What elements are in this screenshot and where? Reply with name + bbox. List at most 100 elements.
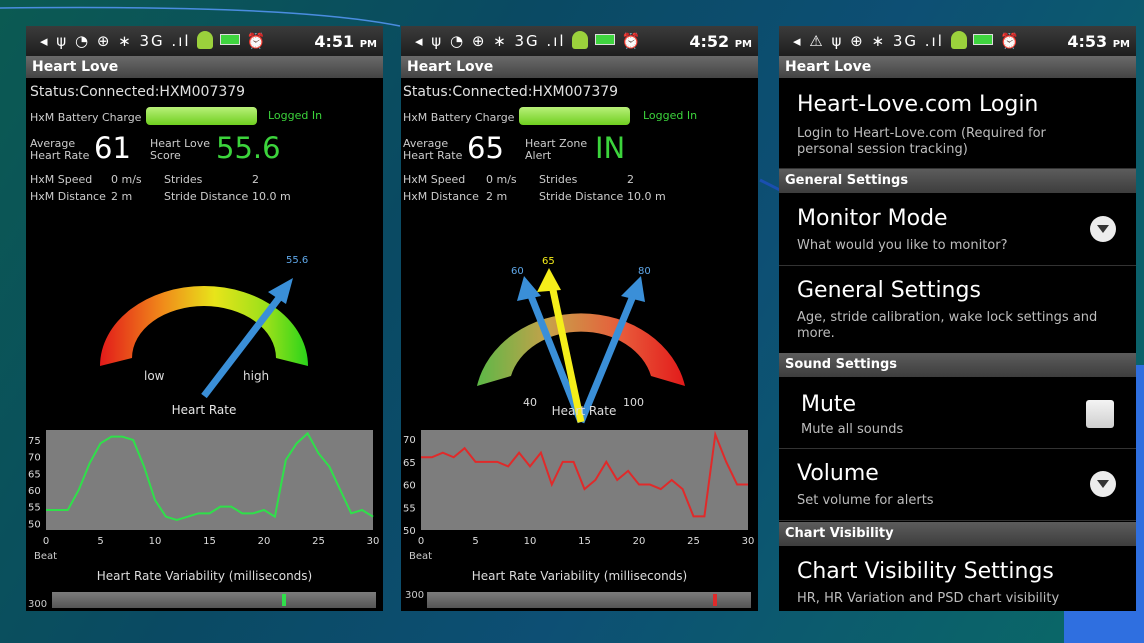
y-tick-label: 55 (403, 503, 416, 514)
speed-value: 0 m/s (486, 173, 517, 186)
battery-icon (595, 34, 616, 45)
needle-label-65: 65 (542, 256, 555, 267)
chevron-down-icon[interactable] (1090, 216, 1116, 242)
needle-60-arrowhead (517, 276, 541, 301)
battery-bar (519, 107, 630, 125)
score-value: 55.6 (216, 131, 281, 165)
y-tick-label: 65 (403, 458, 416, 469)
mute-preference[interactable]: Mute Mute all sounds (779, 378, 1136, 449)
x-tick-label: 25 (687, 536, 700, 547)
login-status: Logged In (268, 109, 323, 122)
mute-checkbox[interactable] (1086, 400, 1114, 428)
gauge-caption: Heart Rate (551, 404, 617, 418)
y-tick-label: 70 (28, 453, 41, 464)
general-settings-title: General Settings (797, 278, 981, 303)
phone-screen-settings: ◂ ⚠ ψ ⊕ ∗ 3G .ıl ⏰ 4:53 PM Heart Love He… (779, 26, 1136, 611)
alarm-icon: ⏰ (246, 32, 268, 50)
android-icon (950, 31, 967, 49)
app-title: Heart Love (401, 56, 758, 78)
avg-hr-label: Average Heart Rate (403, 137, 463, 162)
clock: 4:51 PM (314, 32, 377, 51)
battery-label: HxM Battery Charge (30, 111, 142, 124)
scrollbar-thumb[interactable] (713, 594, 717, 606)
distance-value: 2 m (486, 190, 508, 203)
needle-80-arrowhead (621, 276, 645, 302)
x-tick-label: 5 (97, 536, 103, 547)
score-label: Heart Love Score (150, 137, 211, 162)
x-tick-label: 10 (149, 536, 162, 547)
strides-value: 2 (252, 173, 259, 186)
distance-label: HxM Distance (30, 190, 106, 203)
status-bar: ◂ ⚠ ψ ⊕ ∗ 3G .ıl ⏰ 4:53 PM (779, 26, 1136, 56)
gauge-caption: Heart Rate (172, 403, 237, 417)
login-preference[interactable]: Heart-Love.com Login Login to Heart-Love… (779, 78, 1136, 169)
status-icons: ◂ ψ ◔ ⊕ ∗ 3G .ıl ⏰ (40, 31, 268, 50)
x-tick-label: 0 (43, 536, 49, 547)
login-summary: Login to Heart-Love.com (Required for per… (797, 126, 1046, 157)
volume-summary: Set volume for alerts (797, 493, 934, 508)
y-tick-label: 60 (28, 486, 41, 497)
general-settings-preference[interactable]: General Settings Age, stride calibration… (779, 266, 1136, 354)
strides-label: Strides (539, 173, 578, 186)
category-sound-settings: Sound Settings (779, 353, 1136, 377)
status-bar: ◂ ψ ◔ ⊕ ∗ 3G .ıl ⏰ 4:52 PM (401, 26, 758, 56)
scroll-label: 300 (405, 590, 425, 601)
strides-label: Strides (164, 173, 203, 186)
chart-visibility-preference[interactable]: Chart Visibility Settings HR, HR Variati… (779, 547, 1136, 611)
x-tick-label: 30 (367, 536, 380, 547)
android-icon (572, 31, 589, 49)
y-tick-label: 65 (28, 469, 41, 480)
stride-distance-label: Stride Distance (539, 190, 624, 203)
distance-value: 2 m (111, 190, 133, 203)
volume-title: Volume (797, 461, 879, 486)
strides-value: 2 (627, 173, 634, 186)
stride-distance-label: Stride Distance (164, 190, 249, 203)
x-tick-label: 5 (472, 536, 478, 547)
chevron-down-icon[interactable] (1090, 471, 1116, 497)
battery-label: HxM Battery Charge (403, 111, 515, 124)
zone-label: Heart Zone Alert (525, 137, 588, 162)
clock: 4:53 PM (1067, 32, 1130, 51)
y-tick-label: 75 (28, 436, 41, 447)
y-tick-label: 50 (28, 519, 41, 530)
avg-hr-label: Average Heart Rate (30, 137, 90, 162)
chart-scrollbar[interactable] (52, 592, 376, 608)
scroll-label: 300 (28, 599, 48, 610)
stride-distance-value: 10.0 m (627, 190, 666, 203)
clock: 4:52 PM (689, 32, 752, 51)
login-title: Heart-Love.com Login (797, 92, 1039, 117)
gauge-needle-arrowhead (268, 278, 293, 304)
avg-hr-value: 65 (467, 131, 504, 165)
x-tick-label: 15 (578, 536, 591, 547)
mute-title: Mute (801, 392, 857, 417)
gauge-low-label: low (144, 369, 165, 383)
x-tick-label: 25 (312, 536, 325, 547)
mute-summary: Mute all sounds (801, 422, 904, 437)
x-tick-label: 20 (258, 536, 271, 547)
android-icon (197, 31, 214, 49)
x-tick-label: 15 (203, 536, 216, 547)
alarm-icon: ⏰ (1000, 32, 1021, 50)
x-tick-label: 20 (633, 536, 646, 547)
y-tick-label: 60 (403, 481, 416, 492)
battery-bar (146, 107, 257, 125)
speed-label: HxM Speed (30, 173, 93, 186)
x-tick-label: 0 (418, 536, 424, 547)
login-status: Logged In (643, 109, 698, 122)
chart-scrollbar[interactable] (427, 592, 751, 608)
monitor-mode-summary: What would you like to monitor? (797, 238, 1008, 253)
speed-label: HxM Speed (403, 173, 466, 186)
needle-label-80: 80 (638, 266, 651, 277)
zone-value: IN (595, 131, 626, 165)
x-tick-label: 30 (742, 536, 755, 547)
status-icons: ◂ ψ ◔ ⊕ ∗ 3G .ıl ⏰ (415, 31, 643, 50)
monitor-mode-preference[interactable]: Monitor Mode What would you like to moni… (779, 194, 1136, 266)
scrollbar-thumb[interactable] (282, 594, 286, 606)
chart-caption: Heart Rate Variability (milliseconds) (471, 569, 688, 583)
gauge-high-label: high (243, 369, 269, 383)
y-tick-label: 50 (403, 526, 416, 537)
zone-gauge: 40 100 60 65 80 (477, 256, 685, 424)
phone-screen-heart-love-score: ◂ ψ ◔ ⊕ ∗ 3G .ıl ⏰ 4:51 PM Heart Love St… (26, 26, 383, 611)
volume-preference[interactable]: Volume Set volume for alerts (779, 449, 1136, 521)
hrv-chart: 50 55 60 65 70 75 0 5 10 15 20 25 30 (28, 430, 380, 547)
